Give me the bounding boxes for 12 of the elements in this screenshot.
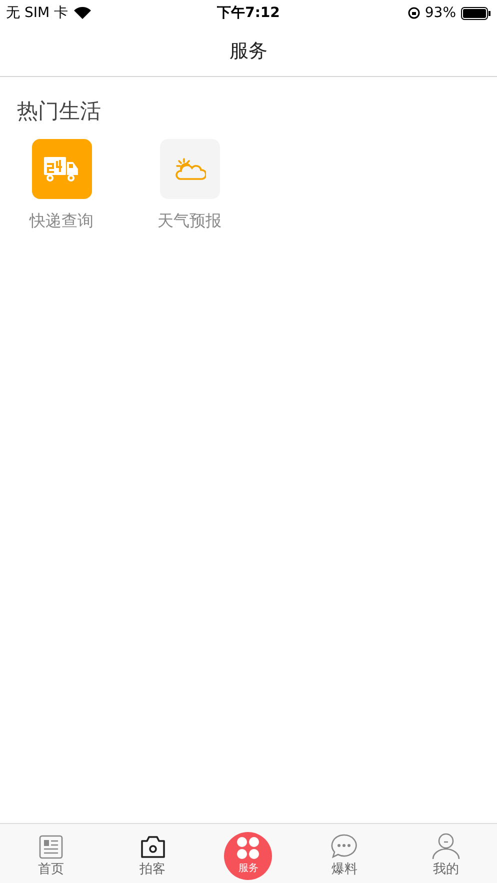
tab-item[interactable]: 首页 <box>0 824 102 883</box>
tab-item[interactable]: 服务 <box>204 824 294 883</box>
tab-item[interactable]: 我的 <box>395 824 497 883</box>
clock: 下午7:12 <box>217 4 280 22</box>
tab-item[interactable]: 拍客 <box>102 824 204 883</box>
carrier: 无 SIM 卡 <box>6 4 68 22</box>
page-title: 服务 <box>230 39 268 64</box>
tab-item[interactable]: 爆料 <box>293 824 396 883</box>
section-title: 热门生活 <box>17 98 102 125</box>
service-label: 天气预报 <box>158 211 222 232</box>
battery-percent: 93% <box>424 5 456 21</box>
service-label: 快递查询 <box>30 211 94 232</box>
